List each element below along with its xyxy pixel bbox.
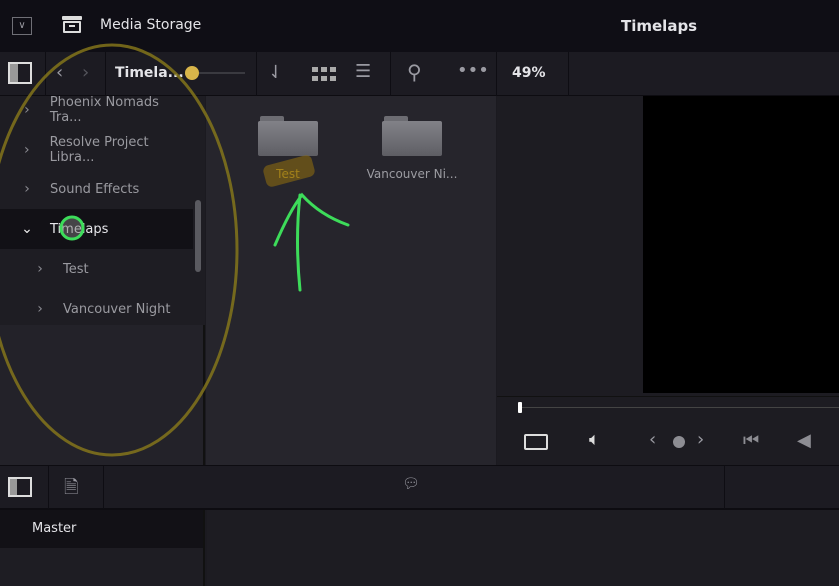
yellow-circle-annotation (0, 43, 239, 457)
green-arrow-annotation (273, 192, 350, 292)
annotation-overlay (0, 43, 350, 457)
cursor-icon (59, 215, 85, 241)
yellow-highlight-annotation (263, 155, 315, 187)
